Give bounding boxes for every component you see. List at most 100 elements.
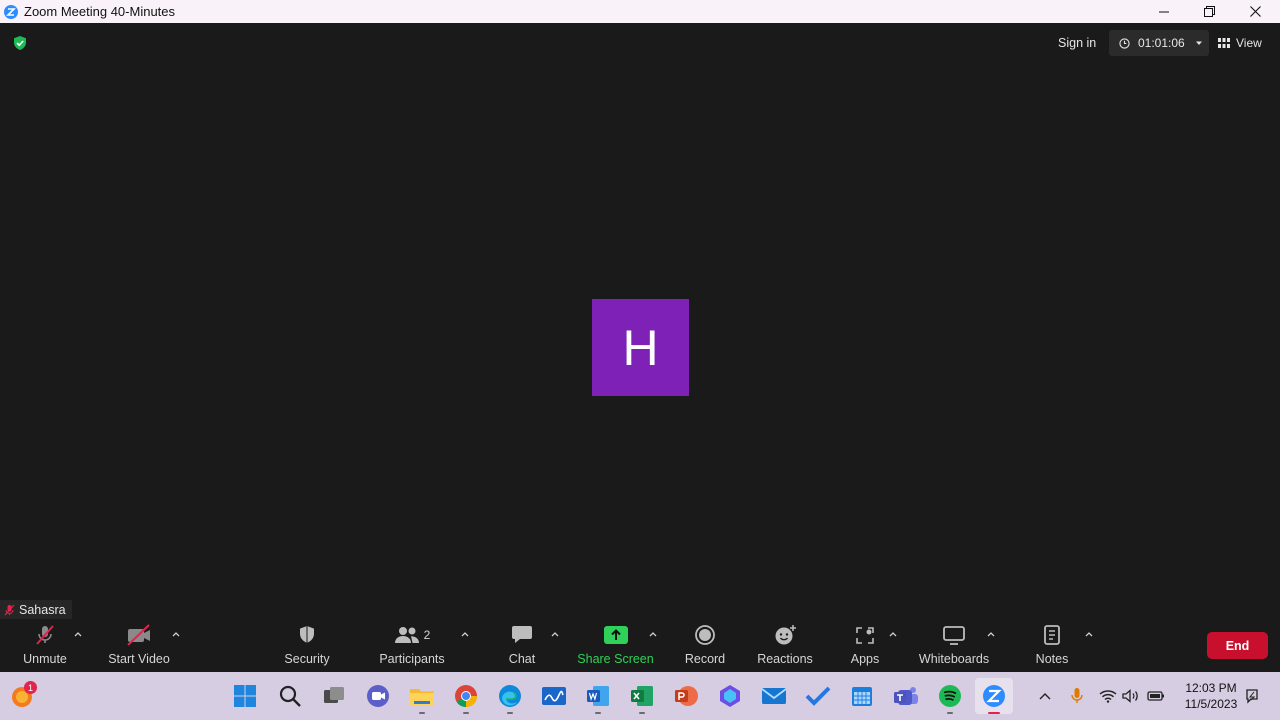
grid-icon xyxy=(1218,38,1230,48)
teams-button[interactable] xyxy=(892,682,920,710)
mail-icon xyxy=(761,688,787,704)
restore-button[interactable] xyxy=(1186,0,1232,23)
notes-caret-icon[interactable] xyxy=(1084,630,1094,638)
powerpoint-button[interactable] xyxy=(672,682,700,710)
excel-icon xyxy=(631,686,653,706)
chat-button[interactable]: Chat xyxy=(506,620,538,672)
windows-taskbar: 12:03 PM 11/5/2023 xyxy=(0,672,1280,720)
security-shield-icon xyxy=(300,626,314,644)
wifi-icon[interactable] xyxy=(1098,686,1118,706)
start-button[interactable] xyxy=(231,682,259,710)
audio-options-caret-icon[interactable] xyxy=(73,630,83,638)
whiteboard-icon xyxy=(943,626,965,645)
file-explorer-running-indicator xyxy=(419,712,425,714)
apps-button[interactable]: Apps xyxy=(849,620,881,672)
word-icon xyxy=(587,686,609,706)
chat-caret-icon[interactable] xyxy=(550,630,560,638)
file-explorer-button[interactable] xyxy=(408,682,436,710)
end-meeting-button[interactable]: End xyxy=(1207,632,1268,659)
restore-icon xyxy=(1203,6,1215,17)
search-taskbar-button[interactable] xyxy=(276,682,304,710)
spotify-button[interactable] xyxy=(936,682,964,710)
participants-caret-icon[interactable] xyxy=(460,630,470,638)
apps-caret-icon[interactable] xyxy=(888,630,898,638)
excel-button[interactable] xyxy=(628,682,656,710)
notes-label: Notes xyxy=(1035,652,1069,666)
word-button[interactable] xyxy=(584,682,612,710)
zoom-meeting-window: Zoom Meeting 40-Minutes Sign in 01:01:06… xyxy=(0,0,1280,720)
notification-badge: 1 xyxy=(24,681,37,694)
zoom-logo-icon xyxy=(4,4,18,19)
unmute-button[interactable]: Unmute xyxy=(22,620,68,672)
battery-icon[interactable] xyxy=(1146,686,1166,706)
apps-label: Apps xyxy=(850,652,880,666)
excel-running-indicator xyxy=(639,712,645,714)
windows-logo-icon xyxy=(234,685,256,707)
start-video-label: Start Video xyxy=(108,652,170,666)
reactions-button[interactable]: Reactions xyxy=(757,620,813,672)
window-title: Zoom Meeting 40-Minutes xyxy=(24,4,176,19)
meet-app-button[interactable] xyxy=(364,682,392,710)
sign-in-link[interactable]: Sign in xyxy=(1050,32,1104,54)
notes-button[interactable]: Notes xyxy=(1034,620,1070,672)
timer-value: 01:01:06 xyxy=(1138,36,1185,50)
view-label: View xyxy=(1236,36,1262,50)
clock-icon xyxy=(1119,37,1130,49)
chrome-running-indicator xyxy=(463,712,469,714)
task-view-icon xyxy=(324,687,344,703)
reactions-label: Reactions xyxy=(757,652,813,666)
folder-icon xyxy=(410,689,434,705)
zoom-taskbar-button[interactable] xyxy=(975,678,1013,714)
whiteboard-app-button[interactable] xyxy=(540,682,568,710)
volume-icon[interactable] xyxy=(1121,686,1141,706)
share-screen-label: Share Screen xyxy=(577,652,654,666)
video-off-icon xyxy=(127,624,150,646)
chat-bubble-icon xyxy=(512,626,532,643)
participant-avatar: H xyxy=(592,299,689,396)
security-button[interactable]: Security xyxy=(283,620,331,672)
whiteboards-caret-icon[interactable] xyxy=(986,630,996,638)
share-caret-icon[interactable] xyxy=(648,630,658,638)
notifications-icon[interactable] xyxy=(1242,686,1262,706)
minimize-button[interactable] xyxy=(1141,0,1187,23)
copilot-button[interactable] xyxy=(716,682,744,710)
record-button[interactable]: Record xyxy=(684,620,726,672)
clock-date: 11/5/2023 xyxy=(1184,697,1238,711)
video-options-caret-icon[interactable] xyxy=(171,630,181,638)
mail-button[interactable] xyxy=(760,682,788,710)
view-button[interactable]: View xyxy=(1218,32,1262,54)
share-screen-button[interactable]: Share Screen xyxy=(577,620,654,672)
system-clock[interactable]: 12:03 PM 11/5/2023 xyxy=(1178,680,1244,712)
spotify-running-indicator xyxy=(947,712,953,714)
encryption-shield-icon[interactable] xyxy=(12,35,28,51)
unmute-label: Unmute xyxy=(23,652,67,666)
edge-icon xyxy=(499,685,521,707)
share-screen-icon xyxy=(603,626,628,644)
muted-mic-icon xyxy=(36,625,54,645)
edge-button[interactable] xyxy=(496,682,524,710)
apps-icon xyxy=(856,627,874,644)
show-hidden-icons-button[interactable] xyxy=(1035,686,1055,706)
record-label: Record xyxy=(684,652,726,666)
zoom-active-indicator xyxy=(988,712,1000,714)
chevron-down-icon xyxy=(1195,41,1202,45)
close-button[interactable] xyxy=(1232,0,1278,23)
chrome-button[interactable] xyxy=(452,682,480,710)
powerpoint-icon xyxy=(675,686,698,706)
chrome-icon xyxy=(455,685,477,707)
whiteboards-label: Whiteboards xyxy=(918,652,990,666)
microphone-tray-icon[interactable] xyxy=(1067,686,1087,706)
participants-icon xyxy=(394,627,419,643)
checkmark-icon xyxy=(805,686,831,706)
title-bar: Zoom Meeting 40-Minutes xyxy=(0,0,1280,23)
calendar-button[interactable] xyxy=(848,682,876,710)
todo-button[interactable] xyxy=(804,682,832,710)
emoji-plus-icon xyxy=(775,625,796,645)
chat-label: Chat xyxy=(508,652,536,666)
whiteboards-button[interactable]: Whiteboards xyxy=(918,620,990,672)
clock-time: 12:03 PM xyxy=(1185,681,1237,695)
start-video-button[interactable]: Start Video xyxy=(108,620,170,672)
participants-button[interactable]: 2 Participants xyxy=(379,620,445,672)
task-view-button[interactable] xyxy=(320,682,348,710)
meeting-timer[interactable]: 01:01:06 xyxy=(1109,30,1209,56)
